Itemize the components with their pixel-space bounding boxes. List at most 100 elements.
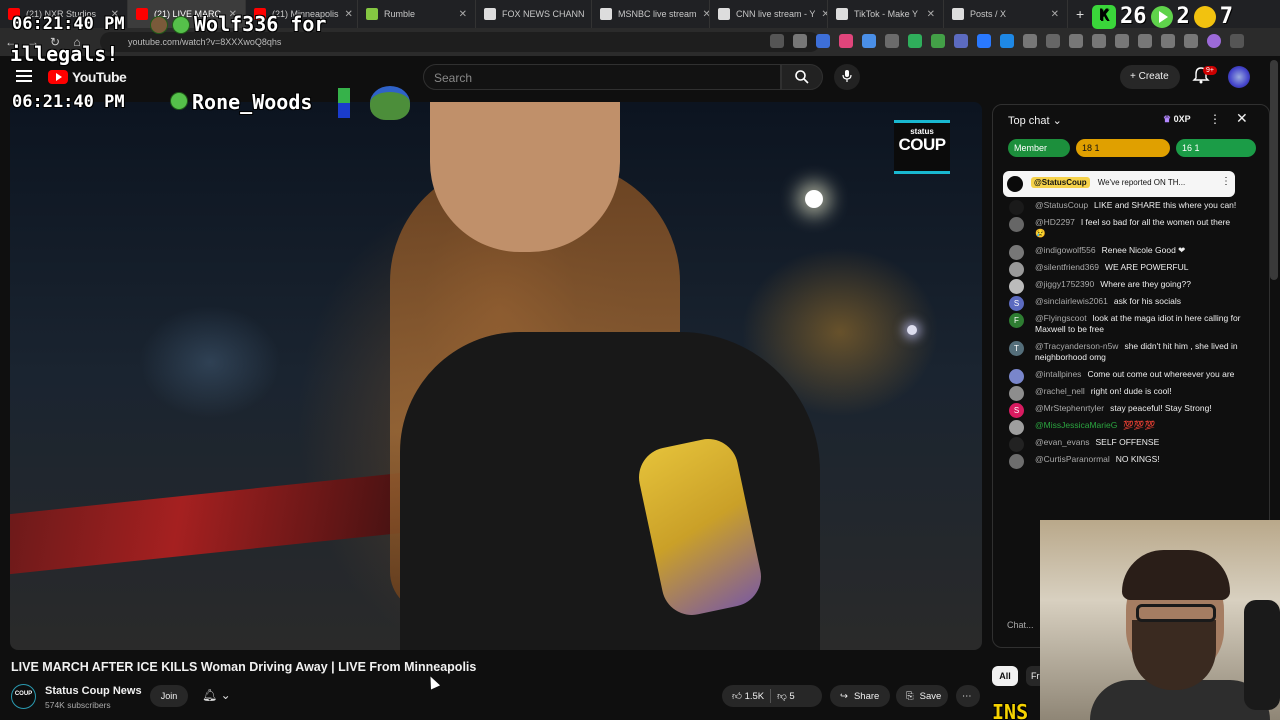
like-button[interactable]: 👍︎ 1.5K [732, 690, 764, 702]
search-input[interactable]: Search [423, 64, 781, 90]
chat-author[interactable]: @Tracyanderson-n5w [1035, 341, 1118, 351]
browser-tab[interactable]: Rumble ✕ [358, 0, 476, 28]
chat-message[interactable]: @evan_evans SELF OFFENSE [993, 434, 1251, 452]
chat-message[interactable]: @jiggy1752390 Where are they going?? [993, 276, 1251, 294]
extension-icon[interactable] [1069, 34, 1083, 48]
chat-scrollbar[interactable] [1270, 60, 1278, 280]
chat-author[interactable]: @silentfriend369 [1035, 262, 1099, 272]
chat-message[interactable]: S @MrStephenrtyler stay peaceful! Stay Str… [993, 400, 1251, 418]
account-avatar[interactable] [1228, 66, 1250, 88]
profile-icon[interactable] [1207, 34, 1221, 48]
tab-favicon-icon [484, 8, 496, 20]
chat-author[interactable]: @sinclairlewis2061 [1035, 296, 1108, 306]
chat-author[interactable]: @Flyingscoot [1035, 313, 1087, 323]
extension-icon[interactable] [1000, 34, 1014, 48]
browser-tab[interactable]: MSNBC live stream✕ [592, 0, 710, 28]
channel-avatar[interactable]: COUP [11, 684, 36, 709]
save-button[interactable]: ⎘ Save [896, 685, 948, 707]
ticker-item[interactable]: Member [1008, 139, 1070, 157]
browser-tab[interactable]: TikTok - Make Y ✕ [828, 0, 944, 28]
extension-icon[interactable] [954, 34, 968, 48]
youtube-logo[interactable]: YouTube [48, 69, 127, 85]
history-icon[interactable] [1046, 34, 1060, 48]
chat-message[interactable]: @indigowolf556 Renee Nicole Good ❤ [993, 242, 1251, 260]
extension-icon[interactable] [839, 34, 853, 48]
extension-icon[interactable] [931, 34, 945, 48]
extension-icon[interactable] [816, 34, 830, 48]
share-button[interactable]: ↪ Share [830, 685, 890, 707]
chat-message[interactable]: @intallpines Come out come out whereever … [993, 366, 1251, 384]
close-tab-icon[interactable]: ✕ [339, 9, 353, 20]
extension-icon[interactable] [885, 34, 899, 48]
chat-avatar [1009, 279, 1024, 294]
chat-message[interactable]: @CurtisParanormal NO KINGS! [993, 451, 1251, 469]
ticker-item[interactable]: 18 1 [1076, 139, 1170, 157]
chat-author[interactable]: @indigowolf556 [1035, 245, 1096, 255]
browser-tab[interactable]: CNN live stream - Y✕ [710, 0, 828, 28]
hamburger-menu-icon[interactable] [16, 70, 32, 82]
chat-author[interactable]: @evan_evans [1035, 437, 1089, 447]
menu-icon[interactable] [1230, 34, 1244, 48]
chat-author[interactable]: @CurtisParanormal [1035, 454, 1110, 464]
chat-message[interactable]: F @Flyingscoot look at the maga idiot in h… [993, 310, 1251, 338]
puzzle-icon[interactable] [1023, 34, 1037, 48]
tab-favicon-icon [718, 8, 730, 20]
extension-icon[interactable] [1138, 34, 1152, 48]
chat-text: LIKE and SHARE this where you can! [1094, 200, 1237, 210]
chevron-down-icon: ⌄ [1052, 115, 1062, 127]
chat-text: ask for his socials [1113, 296, 1181, 306]
chat-input[interactable]: Chat... [1007, 620, 1034, 630]
ticker-item[interactable]: 16 1 [1176, 139, 1256, 157]
webcam-overlay [1040, 520, 1280, 720]
extension-icon[interactable] [1115, 34, 1129, 48]
chat-message[interactable]: @silentfriend369 WE ARE POWERFUL [993, 259, 1251, 277]
code-icon[interactable] [1092, 34, 1106, 48]
chat-author[interactable]: @intallpines [1035, 369, 1081, 379]
chat-message[interactable]: @StatusCoup LIKE and SHARE this where you… [993, 197, 1251, 215]
browser-tab[interactable]: FOX NEWS CHANN✕ [476, 0, 592, 28]
chat-author[interactable]: @MissJessicaMarieG [1035, 420, 1117, 430]
install-icon[interactable] [770, 34, 784, 48]
bookmark-star-icon[interactable] [793, 34, 807, 48]
extension-icon[interactable] [1161, 34, 1175, 48]
pinned-message[interactable]: @StatusCoup We've reported ON TH... ⋮ [1003, 171, 1235, 197]
chat-author[interactable]: @jiggy1752390 [1035, 279, 1094, 289]
video-player[interactable]: status COUP [10, 102, 982, 650]
close-chat-icon[interactable]: ✕ [1236, 110, 1248, 127]
chat-options-icon[interactable]: ⋮ [1209, 112, 1221, 126]
extension-icon[interactable] [977, 34, 991, 48]
dislike-button[interactable]: 👎︎ 5 [777, 690, 795, 702]
voice-search-button[interactable] [834, 64, 860, 90]
extension-icon[interactable] [908, 34, 922, 48]
channel-name[interactable]: Status Coup News [45, 685, 142, 697]
pinned-options-icon[interactable]: ⋮ [1221, 176, 1231, 187]
browser-tab[interactable]: Posts / X ✕ [944, 0, 1068, 28]
chip-all[interactable]: All [992, 666, 1018, 686]
new-tab-button[interactable]: + [1068, 6, 1092, 22]
more-actions-button[interactable]: ⋯ [956, 685, 980, 707]
chat-message[interactable]: S @sinclairlewis2061 ask for his socials [993, 293, 1251, 311]
chat-message[interactable]: T @Tracyanderson-n5w she didn't hit him , … [993, 338, 1251, 366]
close-tab-icon[interactable]: ✕ [697, 9, 709, 20]
extension-icon[interactable] [1184, 34, 1198, 48]
close-tab-icon[interactable]: ✕ [585, 9, 592, 20]
search-button[interactable] [781, 64, 823, 90]
close-tab-icon[interactable]: ✕ [815, 9, 827, 20]
close-tab-icon[interactable]: ✕ [453, 9, 467, 20]
chat-mode-selector[interactable]: Top chat ⌄ [1008, 115, 1062, 127]
chat-message[interactable]: @rachel_nell right on! dude is cool! [993, 383, 1251, 401]
chat-message[interactable]: @MissJessicaMarieG 💯💯💯 [993, 417, 1251, 435]
join-button[interactable]: Join [150, 685, 188, 707]
create-button[interactable]: + Create [1120, 65, 1180, 89]
chat-avatar [1009, 200, 1024, 215]
xp-badge[interactable]: ♛ 0XP [1163, 114, 1191, 125]
chat-message[interactable]: @HD2297 I feel so bad for all the women o… [993, 214, 1251, 242]
extension-icon[interactable] [862, 34, 876, 48]
close-tab-icon[interactable]: ✕ [1045, 9, 1059, 20]
close-tab-icon[interactable]: ✕ [921, 9, 935, 20]
subscription-bell-button[interactable]: 🔔︎ ⌄ [196, 685, 244, 707]
chat-author[interactable]: @MrStephenrtyler [1035, 403, 1104, 413]
chat-author[interactable]: @HD2297 [1035, 217, 1075, 227]
chat-author[interactable]: @rachel_nell [1035, 386, 1085, 396]
chat-author[interactable]: @StatusCoup [1035, 200, 1088, 210]
